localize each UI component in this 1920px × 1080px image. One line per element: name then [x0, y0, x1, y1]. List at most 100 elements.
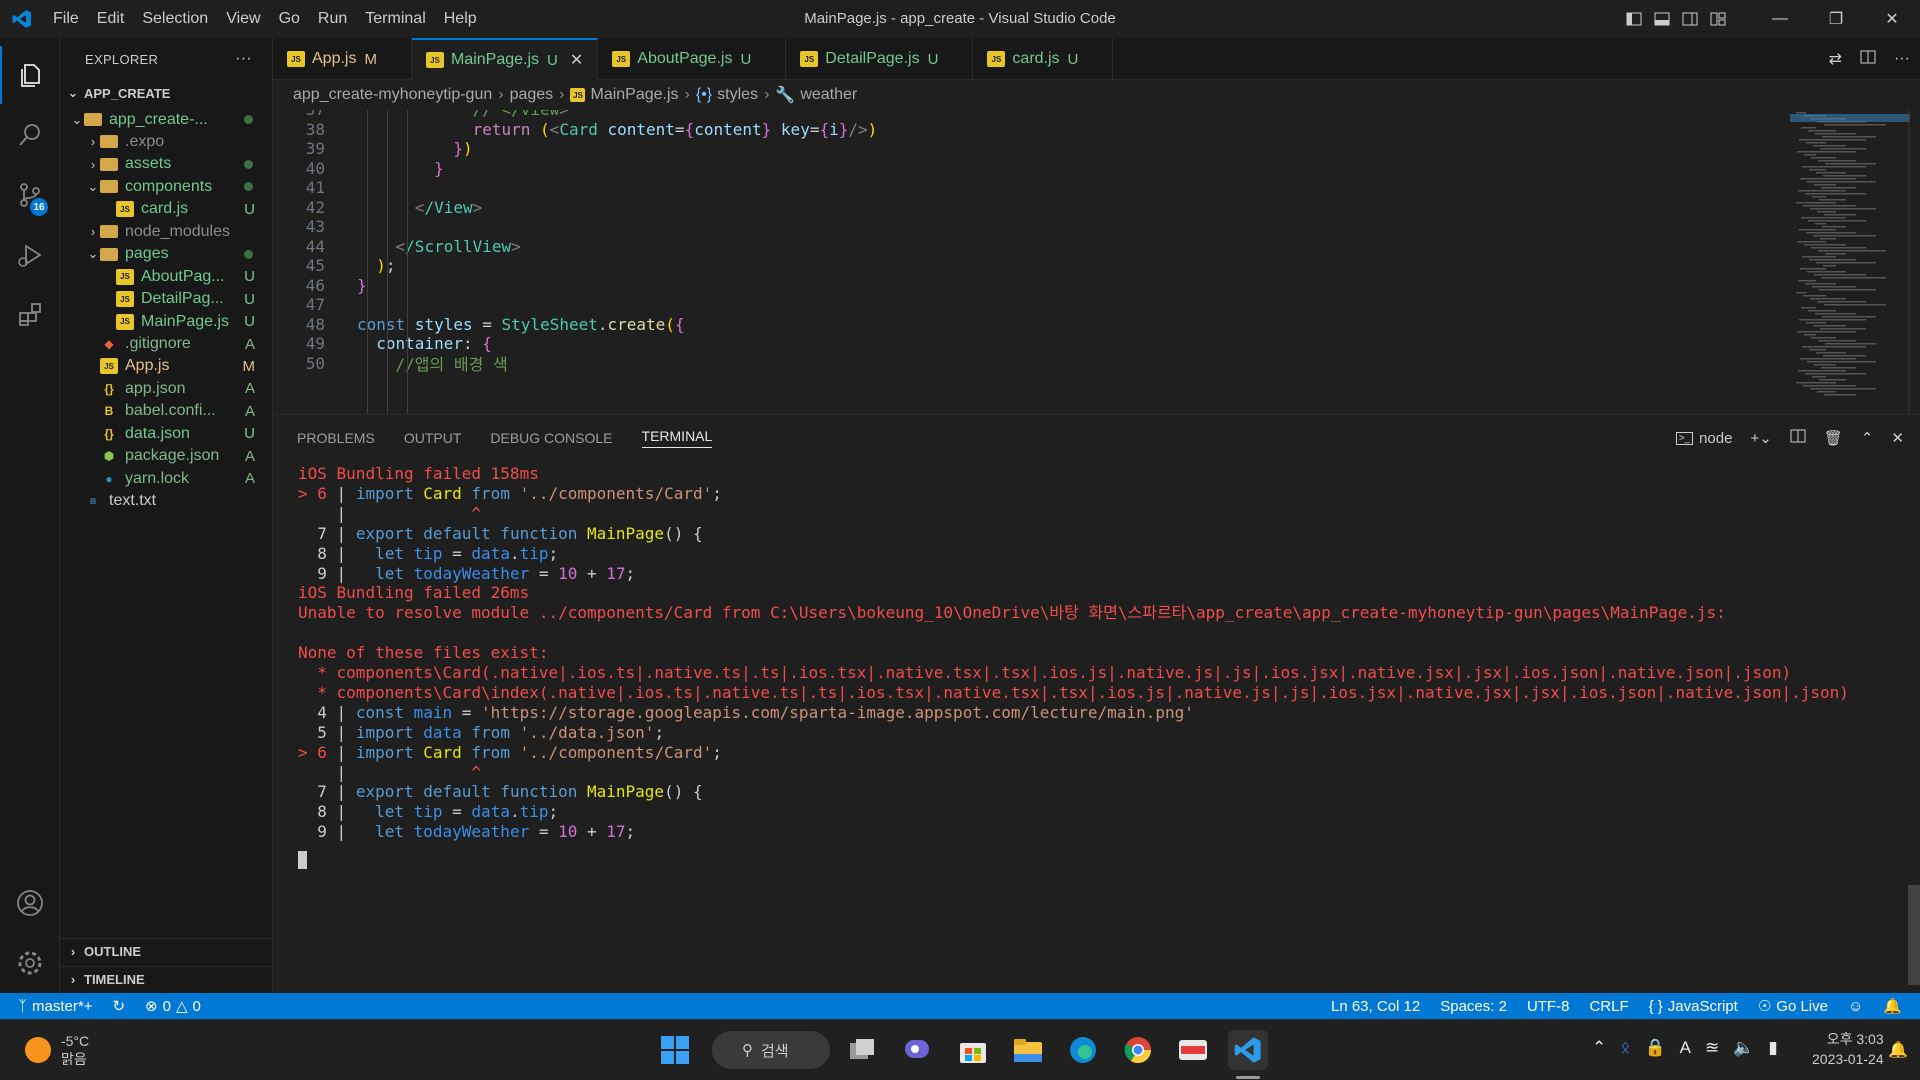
wifi-icon[interactable]: ≊	[1705, 1038, 1719, 1058]
source-control-icon[interactable]: 16	[0, 166, 60, 224]
menu-edit[interactable]: Edit	[88, 0, 134, 38]
menu-view[interactable]: View	[217, 0, 269, 38]
menu-file[interactable]: File	[44, 0, 88, 38]
new-terminal-icon[interactable]: +⌄	[1750, 429, 1771, 447]
vscode-taskbar-icon[interactable]	[1228, 1030, 1268, 1070]
battery-icon[interactable]: ▮	[1768, 1038, 1777, 1058]
language-mode[interactable]: { } JavaScript	[1639, 998, 1748, 1015]
terminal-segment: .	[509, 543, 520, 563]
breadcrumb-styles[interactable]: styles	[717, 86, 758, 104]
terminal-segment: import	[355, 742, 424, 762]
editor-tab[interactable]: JS App.js M	[273, 38, 412, 80]
edge-browser-icon[interactable]	[1063, 1030, 1103, 1070]
show-hidden-icons-icon[interactable]: ⌃	[1592, 1038, 1606, 1058]
tab-git-status: U	[740, 50, 752, 68]
cursor-position[interactable]: Ln 63, Col 12	[1321, 998, 1430, 1015]
notifications-bell-icon[interactable]: 🔔	[1873, 997, 1920, 1015]
notification-icon[interactable]: 🔔	[1888, 1040, 1908, 1060]
terminal-segment: ;	[625, 563, 636, 583]
restore-button[interactable]: ❐	[1808, 0, 1864, 38]
windows-start-icon[interactable]	[655, 1030, 695, 1070]
panel-tab-terminal[interactable]: TERMINAL	[641, 428, 713, 448]
encoding[interactable]: UTF-8	[1517, 998, 1580, 1015]
outline-section[interactable]: › OUTLINE	[60, 938, 273, 964]
terminal-output[interactable]: iOS Bundling failed 158ms > 6 | import Ca…	[273, 464, 1920, 971]
sync-icon[interactable]: ↻	[102, 997, 135, 1015]
indentation[interactable]: Spaces: 2	[1430, 998, 1517, 1015]
chrome-browser-icon[interactable]	[1118, 1030, 1158, 1070]
toggle-panel-icon[interactable]	[1648, 0, 1676, 38]
microsoft-store-icon[interactable]	[953, 1030, 993, 1070]
git-status-badge: U	[244, 313, 255, 331]
breadcrumb-pages[interactable]: pages	[510, 86, 554, 104]
close-tab-icon[interactable]: ✕	[570, 50, 583, 70]
problems-indicator[interactable]: ⊗ 0 △ 0	[135, 997, 211, 1016]
tree-item[interactable]: ≡ text.txt	[60, 488, 273, 515]
security-lock-icon[interactable]: 🔒	[1644, 1038, 1665, 1058]
menu-selection[interactable]: Selection	[133, 0, 217, 38]
search-icon[interactable]	[0, 106, 60, 164]
split-editor-icon[interactable]	[1860, 50, 1876, 69]
terminal-segment: =	[442, 543, 472, 563]
split-terminal-icon[interactable]	[1790, 429, 1806, 447]
toggle-primary-sidebar-icon[interactable]	[1620, 0, 1648, 38]
editor-tab[interactable]: JS DetailPage.js U	[786, 38, 974, 80]
toggle-secondary-sidebar-icon[interactable]	[1676, 0, 1704, 38]
compare-changes-icon[interactable]: ⇄	[1829, 49, 1842, 69]
panel-tab-debug-console[interactable]: DEBUG CONSOLE	[490, 430, 612, 446]
customize-layout-icon[interactable]	[1704, 0, 1732, 38]
panel-tab-problems[interactable]: PROBLEMS	[297, 430, 375, 446]
editor-tab[interactable]: JS MainPage.js U ✕	[411, 38, 599, 80]
terminal-segment: |	[326, 722, 356, 742]
taskbar-search[interactable]: ⚲ 검색	[712, 1031, 830, 1069]
maximize-panel-icon[interactable]: ⌃	[1861, 429, 1874, 447]
file-explorer-icon[interactable]	[1008, 1030, 1048, 1070]
volume-icon[interactable]: 🔈	[1733, 1038, 1754, 1058]
bluetooth-icon[interactable]: ᛟ	[1620, 1038, 1630, 1058]
feedback-icon[interactable]: ☺	[1838, 998, 1873, 1015]
js-file-icon: JS	[987, 51, 1006, 67]
editor-tab[interactable]: JS card.js U	[973, 38, 1114, 80]
kill-terminal-icon[interactable]: 🗑	[1824, 429, 1843, 447]
explorer-icon[interactable]	[0, 46, 60, 104]
system-clock[interactable]: 오후 3:03 2023-01-24	[1812, 1029, 1884, 1069]
terminal-line: > 6 | import Card from '../components/Ca…	[298, 743, 722, 763]
terminal-shell-selector[interactable]: >_ node	[1675, 430, 1732, 447]
code-editor[interactable]: 37 // </View>38 return (<Card content={c…	[273, 110, 1920, 414]
app-icon[interactable]	[1173, 1030, 1213, 1070]
branch-indicator[interactable]: ᛉ master*+	[0, 998, 102, 1015]
minimap[interactable]	[1790, 110, 1910, 414]
timeline-section[interactable]: › TIMELINE	[60, 966, 273, 992]
breadcrumb-file[interactable]: MainPage.js	[590, 86, 678, 104]
breadcrumb-folder[interactable]: app_create-myhoneytip-gun	[293, 86, 492, 104]
task-view-icon[interactable]	[843, 1030, 883, 1070]
menu-go[interactable]: Go	[270, 0, 309, 38]
workspace-root[interactable]: ⌄ APP_CREATE	[60, 80, 272, 106]
minimize-button[interactable]: —	[1752, 0, 1808, 38]
close-window-button[interactable]: ✕	[1864, 0, 1920, 38]
go-live-button[interactable]: ☉ Go Live	[1748, 997, 1838, 1016]
menu-terminal[interactable]: Terminal	[356, 0, 434, 38]
editor-tab[interactable]: JS AboutPage.js U	[598, 38, 787, 80]
breadcrumb-weather[interactable]: weather	[800, 86, 857, 104]
tree-item-label: package.json	[125, 447, 220, 465]
run-debug-icon[interactable]	[0, 226, 60, 284]
terminal-segment: 9	[298, 822, 327, 842]
settings-gear-icon[interactable]	[0, 934, 60, 992]
weather-widget[interactable]: -5°C 맑음	[25, 1032, 89, 1068]
ime-indicator-icon[interactable]: A	[1680, 1038, 1691, 1058]
accounts-icon[interactable]	[0, 874, 60, 932]
menu-run[interactable]: Run	[309, 0, 356, 38]
panel-tab-output[interactable]: OUTPUT	[404, 430, 462, 446]
more-actions-icon[interactable]: ···	[1894, 50, 1910, 68]
terminal-segment: 7	[298, 782, 327, 802]
terminal-scrollbar[interactable]	[1908, 885, 1920, 985]
chat-icon[interactable]	[898, 1030, 938, 1070]
menu-help[interactable]: Help	[435, 0, 486, 38]
extensions-icon[interactable]	[0, 286, 60, 344]
close-panel-icon[interactable]: ✕	[1891, 429, 1904, 447]
line-ending[interactable]: CRLF	[1579, 998, 1638, 1015]
terminal-segment: '../data.json'	[519, 722, 655, 742]
explorer-more-button[interactable]: ···	[235, 50, 252, 68]
tree-item-label: babel.confi...	[125, 402, 216, 420]
